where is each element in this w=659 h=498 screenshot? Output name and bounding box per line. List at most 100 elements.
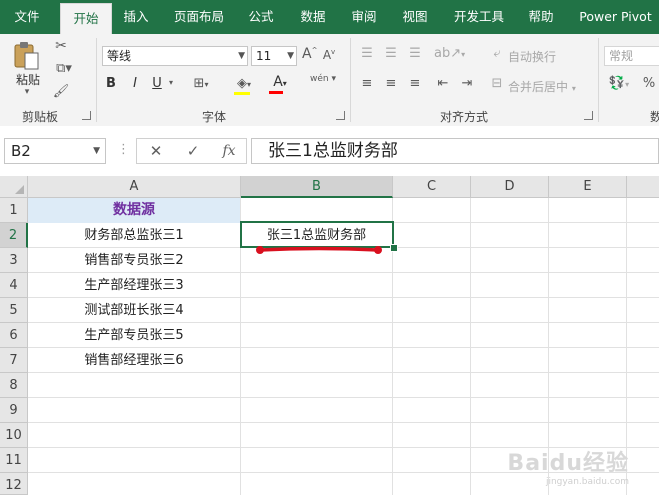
row-header-2[interactable]: 2 [0,223,28,248]
font-size-combo[interactable]: 11 ▼ [251,46,297,66]
row-header-9[interactable]: 9 [0,398,28,423]
align-center-icon[interactable]: ≡ [382,76,400,91]
row-header-1[interactable]: 1 [0,198,28,223]
row-header-5[interactable]: 5 [0,298,28,323]
cell-a4[interactable]: 生产部经理张三3 [28,273,240,298]
column-header-a[interactable]: A [28,176,241,198]
tab-file[interactable]: 文件 [2,0,52,34]
align-left-icon[interactable]: ≡ [358,76,376,91]
font-size-value: 11 [256,49,272,63]
name-box-value: B2 [11,142,31,160]
increase-font-icon[interactable]: A^ [302,46,317,62]
row-header-11[interactable]: 11 [0,448,28,473]
tab-page-layout[interactable]: 页面布局 [166,0,232,34]
select-all-corner[interactable] [0,176,28,198]
ribbon-tabs: 文件 开始 插入 页面布局 公式 数据 审阅 视图 开发工具 帮助 Power … [0,0,659,34]
row-header-12[interactable]: 12 [0,473,28,495]
cut-icon[interactable]: ✂ [52,38,70,54]
cell-a3[interactable]: 销售部专员张三2 [28,248,240,273]
merge-center-icon[interactable]: ⊟ [488,76,506,91]
underline-button[interactable]: U [150,76,164,91]
align-bottom-icon[interactable]: ☰ [406,46,424,61]
tab-data[interactable]: 数据 [292,0,334,34]
clipboard-group-label: 剪贴板 [22,110,59,124]
group-divider [598,38,599,122]
gridline [28,422,659,423]
orientation-icon[interactable]: ab↗▾ [434,46,465,61]
align-middle-icon[interactable]: ☰ [382,46,400,61]
cell-a6[interactable]: 生产部专员张三5 [28,323,240,348]
fill-handle[interactable] [390,244,398,252]
insert-function-icon[interactable]: fx [216,138,242,164]
fill-color-icon[interactable]: ◈▾ [230,76,258,95]
row-header-4[interactable]: 4 [0,273,28,298]
row-header-8[interactable]: 8 [0,373,28,398]
bold-button[interactable]: B [104,76,118,91]
font-name-combo[interactable]: 等线 ▼ [102,46,248,66]
borders-icon[interactable]: ⊞▾ [188,76,214,91]
number-group-label: 数 [650,110,659,124]
name-box[interactable]: B2 ▼ [4,138,106,164]
chevron-down-icon: ▼ [287,51,294,61]
cell-a5[interactable]: 测试部班长张三4 [28,298,240,323]
tab-developer[interactable]: 开发工具 [446,0,512,34]
italic-button[interactable]: I [128,76,142,91]
chevron-down-icon[interactable]: ▼ [93,139,100,163]
chevron-down-icon[interactable]: ▾ [166,78,176,87]
accounting-format-icon[interactable]: 💱▾ [606,76,632,91]
formula-input[interactable]: 张三1总监财务部 [251,138,659,164]
baidu-watermark: Baidu经验 jingyan.baidu.com [507,445,629,487]
column-header-b[interactable]: B [241,176,393,198]
align-right-icon[interactable]: ≡ [406,76,424,91]
annotation-underline [256,246,382,254]
tab-insert[interactable]: 插入 [116,0,156,34]
row-header-10[interactable]: 10 [0,423,28,448]
ribbon-home: 粘贴 ▾ ✂ ⧉▾ 🖌 剪贴板 等线 ▼ 11 ▼ A^ Av B I U ▾ … [0,34,659,127]
cell-a7[interactable]: 销售部经理张三6 [28,348,240,373]
tab-help[interactable]: 帮助 [520,0,562,34]
percent-style-button[interactable]: % [640,76,658,91]
alignment-group-label: 对齐方式 [440,110,489,124]
watermark-subtext: jingyan.baidu.com [545,477,629,487]
decrease-indent-icon[interactable]: ⇤ [434,76,452,91]
formula-bar: B2 ▼ ⋮ ✕ ✓ fx 张三1总监财务部 [0,126,659,176]
tab-view[interactable]: 视图 [394,0,436,34]
merge-center-button[interactable]: 合并后居中 ▾ [508,78,588,95]
tab-review[interactable]: 审阅 [343,0,385,34]
more-options-icon[interactable]: ⋮ [117,142,130,157]
enter-icon[interactable]: ✓ [180,138,206,164]
clipboard-launcher-icon[interactable] [82,111,91,120]
align-top-icon[interactable]: ☰ [358,46,376,61]
cancel-icon[interactable]: ✕ [143,138,169,164]
row-header-6[interactable]: 6 [0,323,28,348]
font-group-label: 字体 [202,110,227,124]
decrease-font-icon[interactable]: Av [322,48,336,62]
font-launcher-icon[interactable] [336,111,345,120]
alignment-launcher-icon[interactable] [584,111,593,120]
phonetic-guide-icon[interactable]: wén ▾ [306,74,340,84]
column-header-c[interactable]: C [393,176,471,198]
wrap-text-button[interactable]: 自动换行 [508,48,568,65]
worksheet-grid: A B C D E 1 2 3 4 5 6 7 8 9 10 11 12 数据源… [0,176,659,495]
tab-power-pivot[interactable]: Power Pivot [572,0,659,34]
wrap-text-icon[interactable]: ⤶ [488,46,506,61]
column-header-e[interactable]: E [549,176,627,198]
font-name-value: 等线 [107,49,132,63]
column-header-partial[interactable] [627,176,659,198]
paste-dropdown-icon[interactable]: ▾ [12,87,42,97]
column-header-d[interactable]: D [471,176,549,198]
tab-formulas[interactable]: 公式 [240,0,282,34]
tab-home[interactable]: 开始 [60,3,112,34]
row-header-3[interactable]: 3 [0,248,28,273]
group-divider [350,38,351,122]
font-color-icon[interactable]: A▾ [266,74,294,94]
copy-icon[interactable]: ⧉▾ [51,61,77,76]
number-format-combo[interactable]: 常规 [604,46,659,66]
increase-indent-icon[interactable]: ⇥ [458,76,476,91]
row-header-7[interactable]: 7 [0,348,28,373]
format-painter-icon[interactable]: 🖌 [52,84,70,99]
cell-a1-header[interactable]: 数据源 [28,198,240,223]
paste-icon[interactable] [12,40,42,70]
cell-a2[interactable]: 财务部总监张三1 [28,223,240,248]
paste-label[interactable]: 粘贴 [10,71,46,88]
